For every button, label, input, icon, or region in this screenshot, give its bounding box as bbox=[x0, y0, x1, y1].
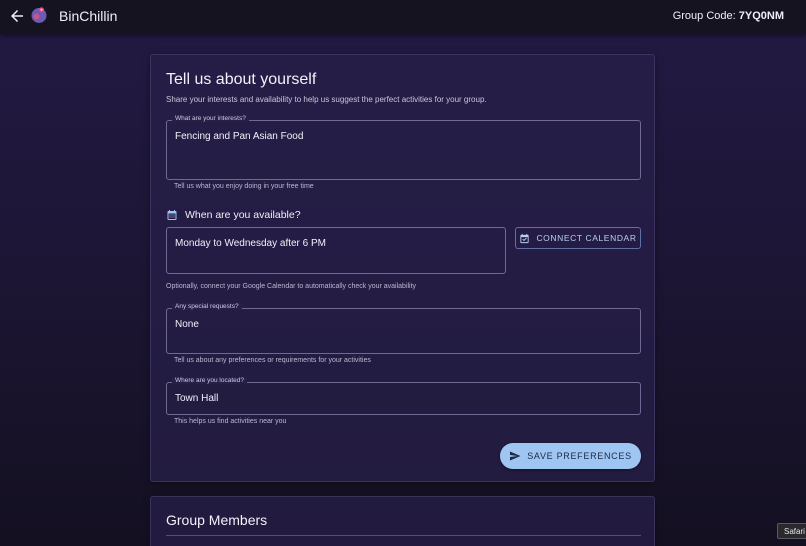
connect-calendar-button[interactable]: CONNECT CALENDAR bbox=[515, 227, 641, 249]
calendar-icon bbox=[167, 210, 177, 220]
availability-title: When are you available? bbox=[185, 209, 301, 221]
preferences-card: Tell us about yourself Share your intere… bbox=[150, 54, 655, 482]
interests-field[interactable]: What are your interests? Fencing and Pan… bbox=[166, 115, 641, 180]
special-requests-field[interactable]: Any special requests? None bbox=[166, 303, 641, 354]
group-code: Group Code: 7YQ0NM bbox=[673, 10, 784, 22]
tooltip: Safari bbox=[777, 523, 806, 539]
calendar-check-icon bbox=[520, 233, 530, 243]
availability-value[interactable]: Monday to Wednesday after 6 PM bbox=[175, 238, 326, 249]
app-logo bbox=[30, 6, 48, 24]
card-title: Tell us about yourself bbox=[166, 71, 317, 88]
availability-helper: Optionally, connect your Google Calendar… bbox=[166, 283, 417, 290]
special-requests-label: Any special requests? bbox=[172, 303, 242, 310]
divider bbox=[166, 535, 641, 536]
interests-label: What are your interests? bbox=[172, 115, 249, 122]
send-icon bbox=[510, 451, 521, 461]
location-field[interactable]: Where are you located? Town Hall bbox=[166, 377, 641, 415]
location-value[interactable]: Town Hall bbox=[175, 393, 218, 404]
save-preferences-label: SAVE PREFERENCES bbox=[527, 451, 632, 461]
app-bar: BinChillin Group Code: 7YQ0NM bbox=[0, 0, 806, 34]
connect-calendar-label: CONNECT CALENDAR bbox=[536, 233, 637, 243]
group-code-label: Group Code: bbox=[672, 10, 736, 22]
group-members-title: Group Members bbox=[166, 512, 268, 528]
location-helper: This helps us find activities near you bbox=[174, 418, 287, 425]
location-label: Where are you located? bbox=[172, 377, 248, 384]
group-members-card: Group Members bbox=[150, 496, 655, 546]
back-button[interactable] bbox=[8, 7, 26, 25]
special-requests-helper: Tell us about any preferences or require… bbox=[174, 357, 371, 364]
availability-field[interactable]: Monday to Wednesday after 6 PM bbox=[166, 227, 506, 274]
interests-helper: Tell us what you enjoy doing in your fre… bbox=[174, 183, 314, 190]
availability-heading: When are you available? bbox=[166, 209, 301, 221]
save-preferences-button[interactable]: SAVE PREFERENCES bbox=[500, 443, 641, 469]
card-subtitle: Share your interests and availability to… bbox=[166, 95, 487, 104]
arrow-left-icon bbox=[11, 10, 23, 22]
group-code-value: 7YQ0NM bbox=[738, 10, 784, 22]
brand-name: BinChillin bbox=[59, 8, 118, 24]
interests-value[interactable]: Fencing and Pan Asian Food bbox=[175, 131, 303, 142]
special-requests-value[interactable]: None bbox=[175, 319, 199, 330]
